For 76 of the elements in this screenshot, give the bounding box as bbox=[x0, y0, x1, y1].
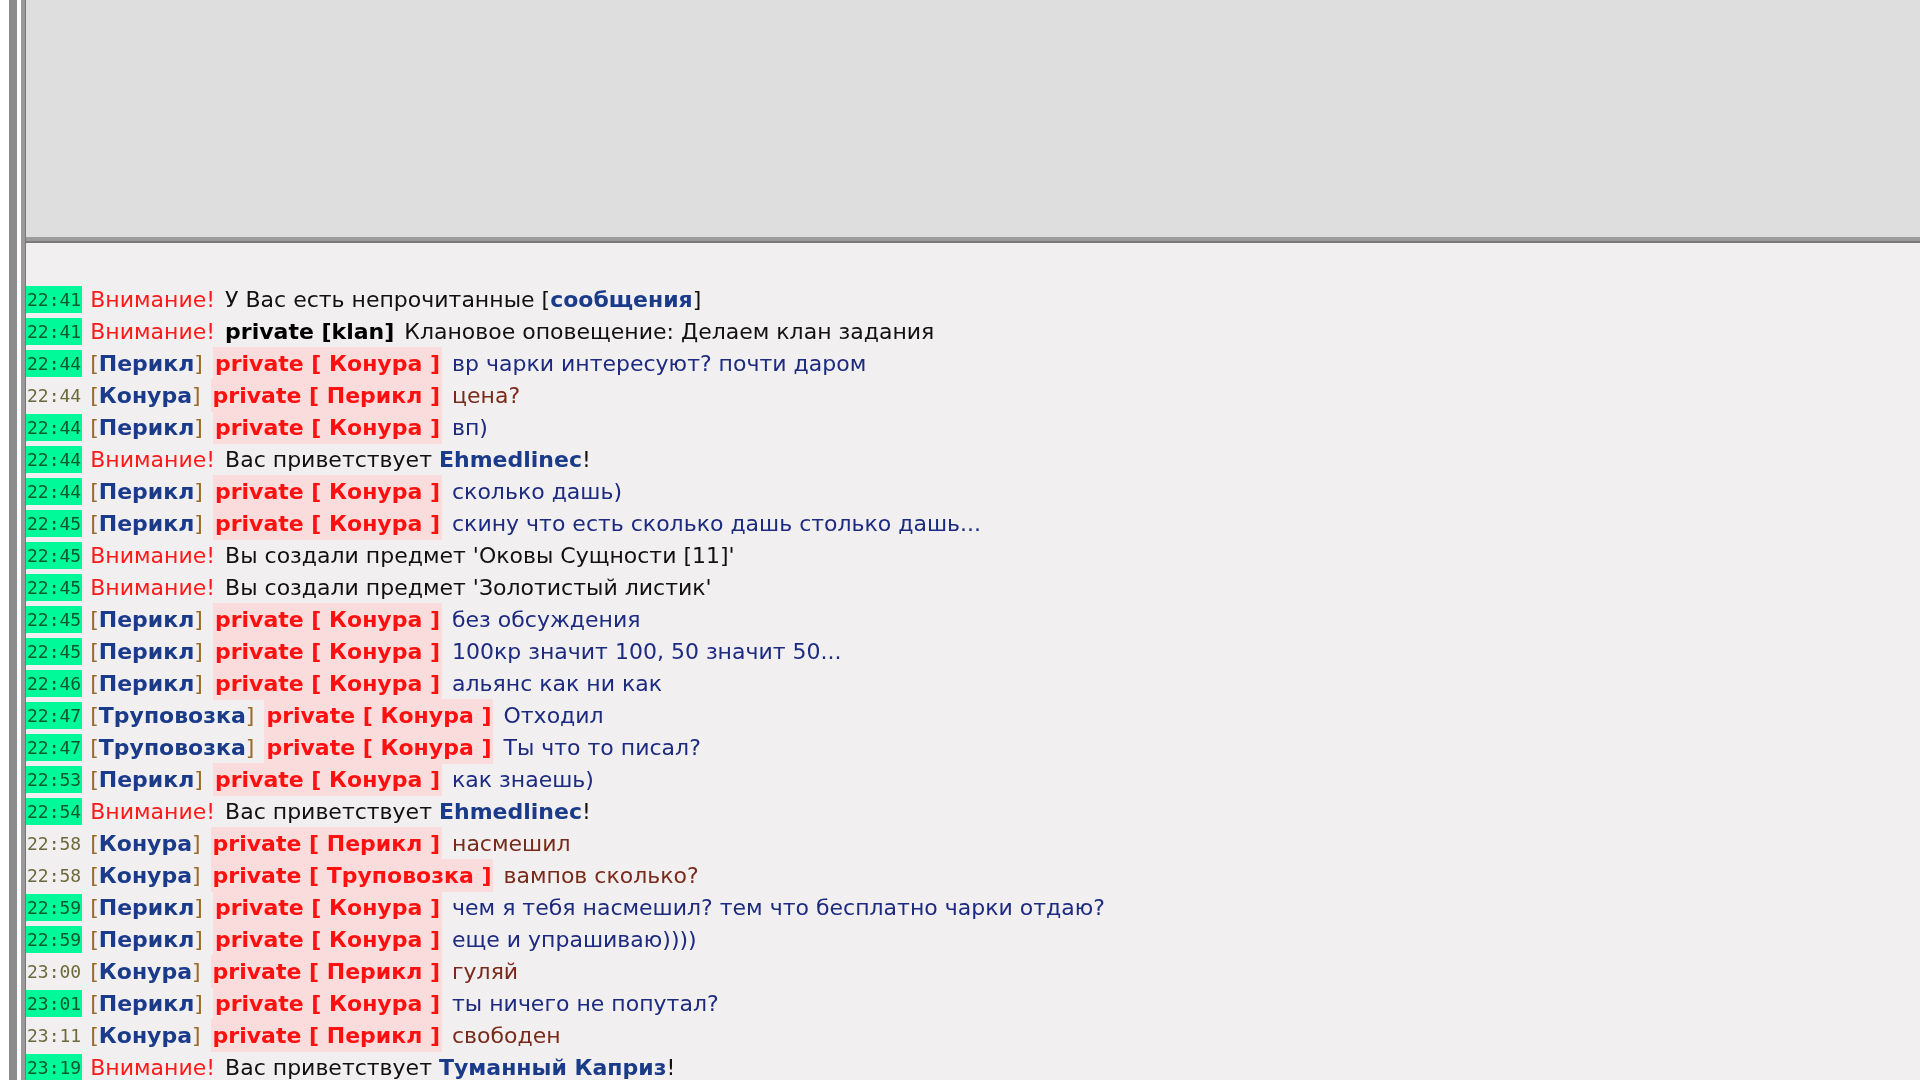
message-text: гуляй bbox=[452, 957, 519, 986]
timestamp: 22:54 bbox=[26, 797, 83, 825]
message-text: цена? bbox=[452, 381, 521, 410]
timestamp: 22:47 bbox=[26, 733, 83, 761]
timestamp: 22:45 bbox=[26, 541, 83, 569]
system-message: Вас приветствует Туманный Каприз! bbox=[225, 1053, 676, 1080]
message-text: Ты что то писал? bbox=[503, 733, 701, 762]
sender-name[interactable]: [Перикл] bbox=[90, 890, 203, 924]
message-text: альянс как ни как bbox=[452, 669, 662, 698]
message-text: еще и упрашиваю)))) bbox=[452, 925, 697, 954]
timestamp: 22:44 bbox=[26, 477, 83, 505]
message-text: Отходил bbox=[503, 701, 604, 730]
message-text: вп) bbox=[452, 413, 488, 442]
system-message: Вас приветствует Ehmedlinec! bbox=[225, 445, 591, 474]
sender-name[interactable]: [Перикл] bbox=[90, 666, 203, 700]
timestamp: 22:45 bbox=[26, 637, 83, 665]
message-text: 100кр значит 100, 50 значит 50... bbox=[452, 637, 842, 666]
message-text: вампов сколько? bbox=[503, 861, 699, 890]
timestamp: 22:46 bbox=[26, 669, 83, 697]
timestamp: 22:41 bbox=[26, 317, 83, 345]
message-text: чем я тебя насмешил? тем что бесплатно чарки отдаю? bbox=[452, 893, 1105, 922]
message-text: насмешил bbox=[452, 829, 571, 858]
timestamp: 22:41 bbox=[26, 285, 83, 313]
message-text: свободен bbox=[452, 1021, 561, 1050]
sender-name[interactable]: [Перикл] bbox=[90, 634, 203, 668]
timestamp: 22:47 bbox=[26, 701, 83, 729]
timestamp: 22:44 bbox=[26, 445, 83, 473]
sender-name[interactable]: [Конура] bbox=[90, 826, 201, 860]
timestamp: 22:44 bbox=[26, 349, 83, 377]
timestamp: 23:00 bbox=[26, 959, 83, 984]
clan-tag: private [klan] bbox=[225, 314, 395, 348]
timestamp: 23:11 bbox=[26, 1023, 83, 1048]
message-text: скину что есть сколько дашь столько дашь... bbox=[452, 509, 982, 538]
warning-label: Внимание! bbox=[90, 285, 216, 314]
sender-name[interactable]: [Перикл] bbox=[90, 762, 203, 796]
warning-label: Внимание! bbox=[90, 541, 216, 570]
timestamp: 22:59 bbox=[26, 893, 83, 921]
system-message: Клановое оповещение: Делаем клан задания bbox=[404, 317, 935, 346]
timestamp: 22:53 bbox=[26, 765, 83, 793]
timestamp: 22:59 bbox=[26, 925, 83, 953]
message-text: вр чарки интересуют? почти даром bbox=[452, 349, 867, 378]
timestamp: 23:19 bbox=[26, 1053, 83, 1080]
timestamp: 23:01 bbox=[26, 989, 83, 1017]
sender-name[interactable]: [Перикл] bbox=[90, 474, 203, 508]
sender-name[interactable]: [Перикл] bbox=[90, 602, 203, 636]
warning-label: Внимание! bbox=[90, 1053, 216, 1080]
timestamp: 22:44 bbox=[26, 413, 83, 441]
sender-name[interactable]: [Перикл] bbox=[90, 506, 203, 540]
sender-name[interactable]: [Конура] bbox=[90, 1018, 201, 1052]
warning-label: Внимание! bbox=[90, 317, 216, 346]
sender-name[interactable]: [Труповозка] bbox=[90, 730, 255, 764]
sender-name[interactable]: [Конура] bbox=[90, 954, 201, 988]
sender-name[interactable]: [Перикл] bbox=[90, 410, 203, 444]
timestamp: 22:45 bbox=[26, 605, 83, 633]
system-message: Вы создали предмет 'Оковы Сущности [11]' bbox=[225, 541, 735, 570]
timestamp: 22:58 bbox=[26, 831, 83, 856]
timestamp: 22:45 bbox=[26, 509, 83, 537]
sender-name[interactable]: [Труповозка] bbox=[90, 698, 255, 732]
system-message: Вас приветствует Ehmedlinec! bbox=[225, 797, 591, 826]
warning-label: Внимание! bbox=[90, 445, 216, 474]
timestamp: 22:45 bbox=[26, 573, 83, 601]
warning-label: Внимание! bbox=[90, 573, 216, 602]
warning-label: Внимание! bbox=[90, 797, 216, 826]
message-text: ты ничего не попутал? bbox=[452, 989, 719, 1018]
timestamp: 22:58 bbox=[26, 863, 83, 888]
message-text: как знаешь) bbox=[452, 765, 594, 794]
timestamp: 22:44 bbox=[26, 383, 83, 408]
system-message: Вы создали предмет 'Золотистый листик' bbox=[225, 573, 712, 602]
sender-name[interactable]: [Конура] bbox=[90, 858, 201, 892]
sender-name[interactable]: [Конура] bbox=[90, 378, 201, 412]
sender-name[interactable]: [Перикл] bbox=[90, 346, 203, 380]
message-text: без обсуждения bbox=[452, 605, 641, 634]
message-text: сколько дашь) bbox=[452, 477, 622, 506]
sender-name[interactable]: [Перикл] bbox=[90, 922, 203, 956]
sender-name[interactable]: [Перикл] bbox=[90, 986, 203, 1020]
system-message: У Вас есть непрочитанные [сообщения] bbox=[225, 285, 702, 314]
